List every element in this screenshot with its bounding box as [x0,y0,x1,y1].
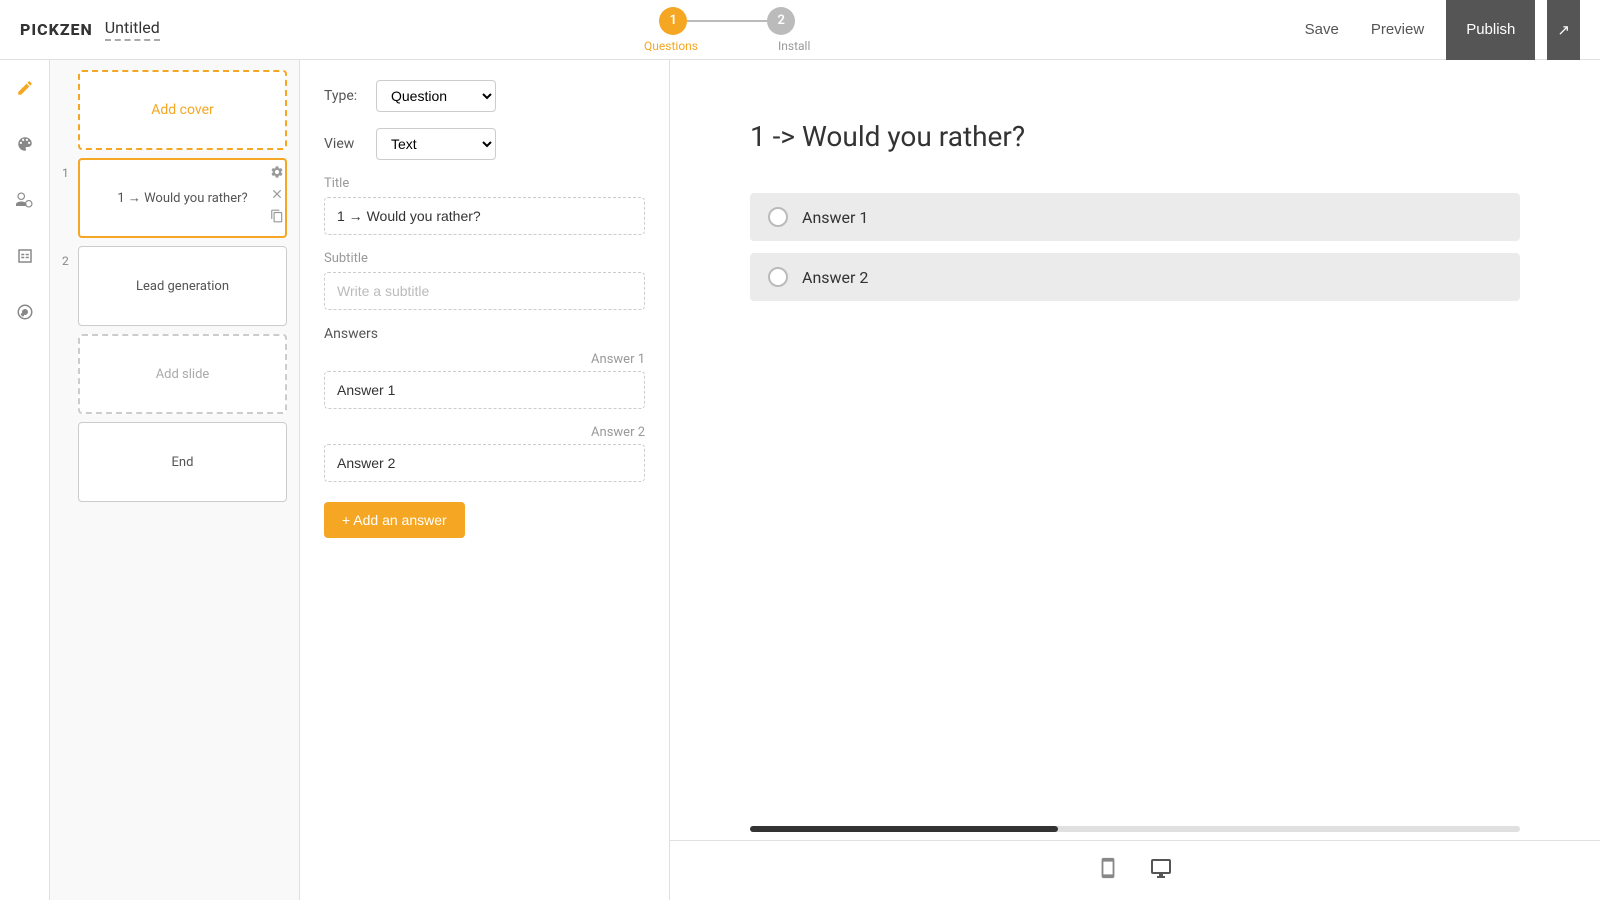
main-layout: Add cover 1 1 → Would you rather? 2 Lead… [0,60,1600,900]
slide-item-end: End [62,422,287,502]
add-slide-button[interactable]: Add slide [78,334,287,414]
sidebar-table-btn[interactable] [7,238,43,274]
step-1-circle[interactable]: 1 [659,7,687,35]
slide-1-card[interactable]: 1 → Would you rather? [78,158,287,238]
slide-1-settings-btn[interactable] [267,162,287,182]
steps-row: 1 2 [659,7,795,35]
topbar-center: 1 2 Questions Install [644,7,810,53]
step-line [687,20,767,22]
brand-logo: PICKZEN [20,20,93,39]
view-label: View [324,136,364,152]
view-select[interactable]: Text [376,128,496,160]
subtitle-input[interactable] [324,272,645,310]
slide-item-2: 2 Lead generation [62,246,287,326]
subtitle-section: Subtitle [324,251,645,310]
slide-item-cover: Add cover [62,70,287,150]
step-2-circle[interactable]: 2 [767,7,795,35]
add-cover-button[interactable]: Add cover [78,70,287,150]
answer-2-group: Answer 2 [324,425,645,482]
progress-bar-fill [750,826,1058,832]
icon-sidebar [0,60,50,900]
progress-bar-area [670,826,1600,832]
preview-content: 1 -> Would you rather? Answer 1 Answer 2 [670,60,1600,826]
slide-item-add: Add slide [62,334,287,414]
subtitle-section-label: Subtitle [324,251,645,266]
step-2-label: Install [778,39,810,53]
progress-bar-bg [750,826,1520,832]
preview-question-title: 1 -> Would you rather? [750,120,1520,153]
type-field-row: Type: Question [324,80,645,112]
preview-answer-2[interactable]: Answer 2 [750,253,1520,301]
steps-labels: Questions Install [644,39,810,53]
end-slide-card[interactable]: End [78,422,287,502]
answer-1-number: Answer 1 [324,352,645,367]
edit-panel: Type: Question View Text Title Subtitle … [300,60,670,900]
slide-panel: Add cover 1 1 → Would you rather? 2 Lead… [50,60,300,900]
sidebar-connect-btn[interactable] [7,182,43,218]
answers-section: Answers Answer 1 Answer 2 + Add an answe… [324,326,645,538]
share-icon: ↗ [1557,22,1570,39]
desktop-icon[interactable] [1149,856,1173,885]
doc-title[interactable]: Untitled [105,18,160,41]
answer-2-input[interactable] [324,444,645,482]
topbar-left: PICKZEN Untitled [20,18,160,41]
answer-2-number: Answer 2 [324,425,645,440]
answer-1-input[interactable] [324,371,645,409]
sidebar-settings-btn[interactable] [7,294,43,330]
step-1-label: Questions [644,39,698,53]
slide-1-actions [267,158,287,230]
preview-answer-1-text: Answer 1 [802,208,868,227]
topbar: PICKZEN Untitled 1 2 Questions Install S… [0,0,1600,60]
title-section-label: Title [324,176,645,191]
title-section: Title [324,176,645,235]
slide-1-copy-btn[interactable] [267,206,287,226]
answers-label: Answers [324,326,645,342]
mobile-icon[interactable] [1097,857,1119,884]
answer-2-radio [768,267,788,287]
answer-1-group: Answer 1 [324,352,645,409]
sidebar-theme-btn[interactable] [7,126,43,162]
preview-button[interactable]: Preview [1361,15,1434,44]
slide-2-card[interactable]: Lead generation [78,246,287,326]
answer-1-radio [768,207,788,227]
slide-1-delete-btn[interactable] [267,184,287,204]
preview-answer-1[interactable]: Answer 1 [750,193,1520,241]
add-answer-button[interactable]: + Add an answer [324,502,465,538]
sidebar-edit-btn[interactable] [7,70,43,106]
preview-panel: 1 -> Would you rather? Answer 1 Answer 2 [670,60,1600,900]
title-input[interactable] [324,197,645,235]
slide-item-1: 1 1 → Would you rather? [62,158,287,238]
share-button[interactable]: ↗ [1547,0,1580,60]
publish-button[interactable]: Publish [1446,0,1535,60]
view-field-row: View Text [324,128,645,160]
topbar-right: Save Preview Publish ↗ [1295,0,1580,60]
preview-answer-2-text: Answer 2 [802,268,868,287]
save-button[interactable]: Save [1295,15,1349,44]
type-select[interactable]: Question [376,80,496,112]
preview-footer [670,840,1600,900]
type-label: Type: [324,88,364,104]
